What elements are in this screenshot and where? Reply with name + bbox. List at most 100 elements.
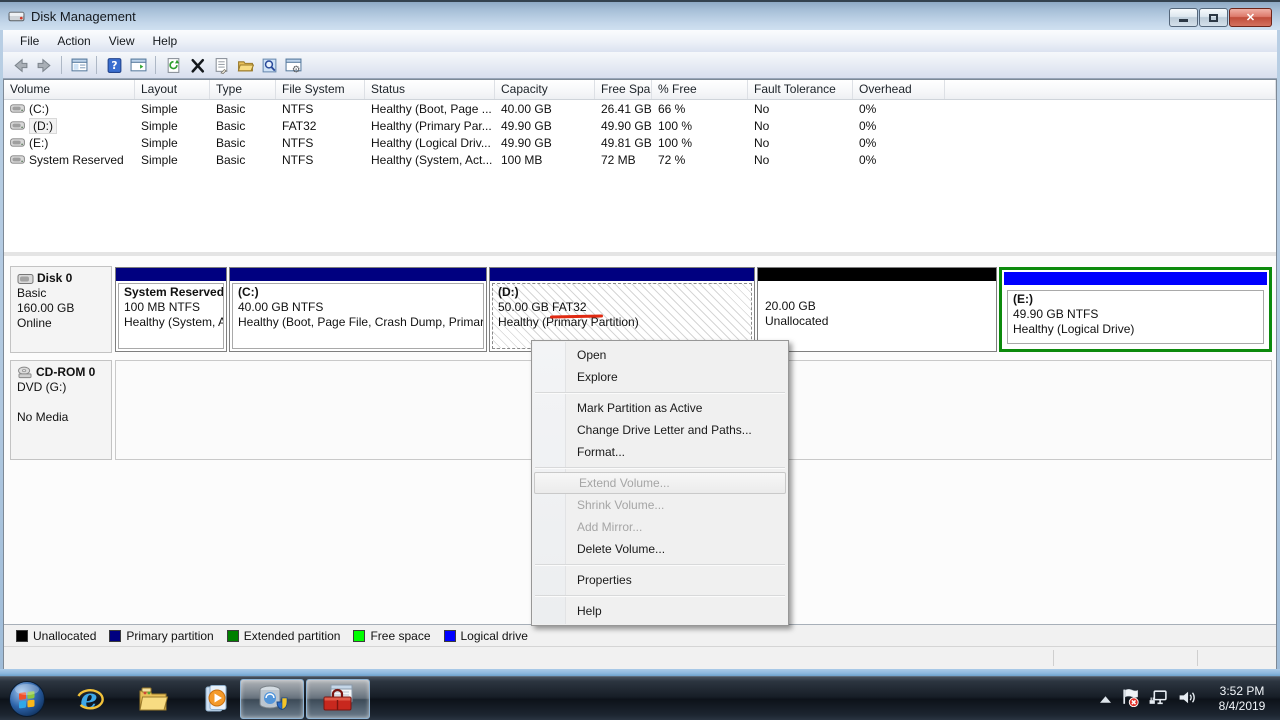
minimize-button[interactable]	[1169, 8, 1198, 27]
partition-e-extended[interactable]: (E:) 49.90 GB NTFS Healthy (Logical Driv…	[999, 267, 1272, 352]
cell-type: Basic	[210, 153, 276, 167]
action-pane-icon	[130, 57, 147, 74]
column-header-filesystem[interactable]: File System	[276, 80, 365, 99]
cell-type: Basic	[210, 102, 276, 116]
volume-list: Volume Layout Type File System Status Ca…	[4, 80, 1276, 252]
taskbar: e 3:52 PM 8/4/2019	[0, 676, 1280, 720]
refresh-icon	[165, 57, 182, 74]
status-bar	[4, 646, 1276, 669]
logical-drive-swatch	[444, 630, 456, 642]
media-player-icon[interactable]	[200, 683, 232, 715]
context-menu-item-delete-volume[interactable]: Delete Volume...	[533, 538, 787, 560]
help-button[interactable]: ?	[103, 54, 125, 76]
cdrom-drive-letter: DVD (G:)	[17, 380, 109, 395]
window-gear-icon: ⚙	[285, 57, 302, 74]
cell-status: Healthy (System, Act...	[365, 153, 495, 167]
taskbar-button-disk-management[interactable]	[240, 679, 304, 719]
action-center-icon[interactable]	[1120, 688, 1139, 710]
context-menu-item-open[interactable]: Open	[533, 344, 787, 366]
cdrom-header-panel[interactable]: CD-ROM 0 DVD (G:) No Media	[10, 360, 112, 460]
context-menu-separator	[533, 591, 787, 600]
cell-faulttolerance: No	[748, 153, 853, 167]
network-icon[interactable]	[1148, 688, 1168, 710]
cell-pctfree: 100 %	[652, 119, 748, 133]
extended-partition-swatch	[227, 630, 239, 642]
start-button[interactable]	[8, 680, 46, 718]
forward-button[interactable]	[33, 54, 55, 76]
show-hidden-icons-button[interactable]	[1100, 692, 1111, 706]
delete-button[interactable]	[186, 54, 208, 76]
close-icon: ✕	[1246, 11, 1255, 24]
cell-layout: Simple	[135, 102, 210, 116]
drive-icon	[10, 103, 25, 114]
menu-view[interactable]: View	[100, 32, 144, 50]
context-menu-item-properties[interactable]: Properties	[533, 569, 787, 591]
table-row[interactable]: (D:) Simple Basic FAT32 Healthy (Primary…	[4, 117, 1276, 134]
back-button[interactable]	[9, 54, 31, 76]
volume-icon[interactable]	[1177, 688, 1197, 710]
cell-status: Healthy (Primary Par...	[365, 119, 495, 133]
column-header-overhead[interactable]: Overhead	[853, 80, 945, 99]
column-header-type[interactable]: Type	[210, 80, 276, 99]
menu-file[interactable]: File	[11, 32, 48, 50]
disk0-status: Online	[17, 316, 109, 331]
context-menu-item-format[interactable]: Format...	[533, 441, 787, 463]
internet-explorer-icon[interactable]: e	[74, 683, 106, 715]
column-header-status[interactable]: Status	[365, 80, 495, 99]
cell-layout: Simple	[135, 153, 210, 167]
context-menu-item-change-drive-letter[interactable]: Change Drive Letter and Paths...	[533, 419, 787, 441]
column-header-layout[interactable]: Layout	[135, 80, 210, 99]
magnifier-icon	[261, 57, 278, 74]
partition-system-reserved[interactable]: System Reserved 100 MB NTFS Healthy (Sys…	[115, 267, 227, 352]
unallocated-bar	[758, 268, 996, 281]
drive-icon	[10, 137, 25, 148]
cell-layout: Simple	[135, 119, 210, 133]
taskbar-button-admin-tools[interactable]	[306, 679, 370, 719]
partition-c[interactable]: (C:) 40.00 GB NTFS Healthy (Boot, Page F…	[229, 267, 487, 352]
forward-arrow-icon	[36, 57, 53, 74]
clock-time: 3:52 PM	[1210, 684, 1274, 699]
context-menu-item-help[interactable]: Help	[533, 600, 787, 622]
console-tree-button[interactable]	[68, 54, 90, 76]
settings-button[interactable]: ⚙	[282, 54, 304, 76]
context-menu-item-mark-partition-active[interactable]: Mark Partition as Active	[533, 397, 787, 419]
restore-button[interactable]	[1199, 8, 1228, 27]
menu-help[interactable]: Help	[144, 32, 187, 50]
disk0-header-panel[interactable]: Disk 0 Basic 160.00 GB Online	[10, 266, 112, 353]
cell-type: Basic	[210, 136, 276, 150]
open-button[interactable]	[234, 54, 256, 76]
partition-name: (D:)	[498, 285, 746, 300]
cell-status: Healthy (Logical Driv...	[365, 136, 495, 150]
partition-status: Healthy (System, A	[124, 315, 218, 330]
find-button[interactable]	[258, 54, 280, 76]
cdrom-icon	[17, 366, 33, 379]
legend-item: Primary partition	[109, 629, 213, 643]
close-button[interactable]: ✕	[1229, 8, 1272, 27]
column-header-pctfree[interactable]: % Free	[652, 80, 748, 99]
system-tray: 3:52 PM 8/4/2019	[1100, 677, 1274, 720]
unallocated-region[interactable]: 20.00 GB Unallocated	[757, 267, 997, 352]
column-header-faulttolerance[interactable]: Fault Tolerance	[748, 80, 853, 99]
cell-capacity: 49.90 GB	[495, 136, 595, 150]
cell-faulttolerance: No	[748, 119, 853, 133]
table-row[interactable]: (E:) Simple Basic NTFS Healthy (Logical …	[4, 134, 1276, 151]
column-header-volume[interactable]: Volume	[4, 80, 135, 99]
refresh-button[interactable]	[162, 54, 184, 76]
table-row[interactable]: (C:) Simple Basic NTFS Healthy (Boot, Pa…	[4, 100, 1276, 117]
toolbar-separator	[96, 56, 97, 74]
cell-overhead: 0%	[853, 119, 945, 133]
partition-filesystem: FAT32	[552, 300, 586, 314]
context-menu-item-explore[interactable]: Explore	[533, 366, 787, 388]
cell-freespace: 49.81 GB	[595, 136, 652, 150]
windows-explorer-icon[interactable]	[137, 683, 169, 715]
cell-capacity: 100 MB	[495, 153, 595, 167]
column-header-capacity[interactable]: Capacity	[495, 80, 595, 99]
title-bar[interactable]: Disk Management ✕	[0, 0, 1280, 30]
properties-button[interactable]	[210, 54, 232, 76]
table-row[interactable]: System Reserved Simple Basic NTFS Health…	[4, 151, 1276, 168]
taskbar-clock[interactable]: 3:52 PM 8/4/2019	[1210, 684, 1274, 714]
partition-name: System Reserved	[124, 285, 218, 300]
menu-action[interactable]: Action	[48, 32, 99, 50]
column-header-freespace[interactable]: Free Spa...	[595, 80, 652, 99]
action-pane-button[interactable]	[127, 54, 149, 76]
